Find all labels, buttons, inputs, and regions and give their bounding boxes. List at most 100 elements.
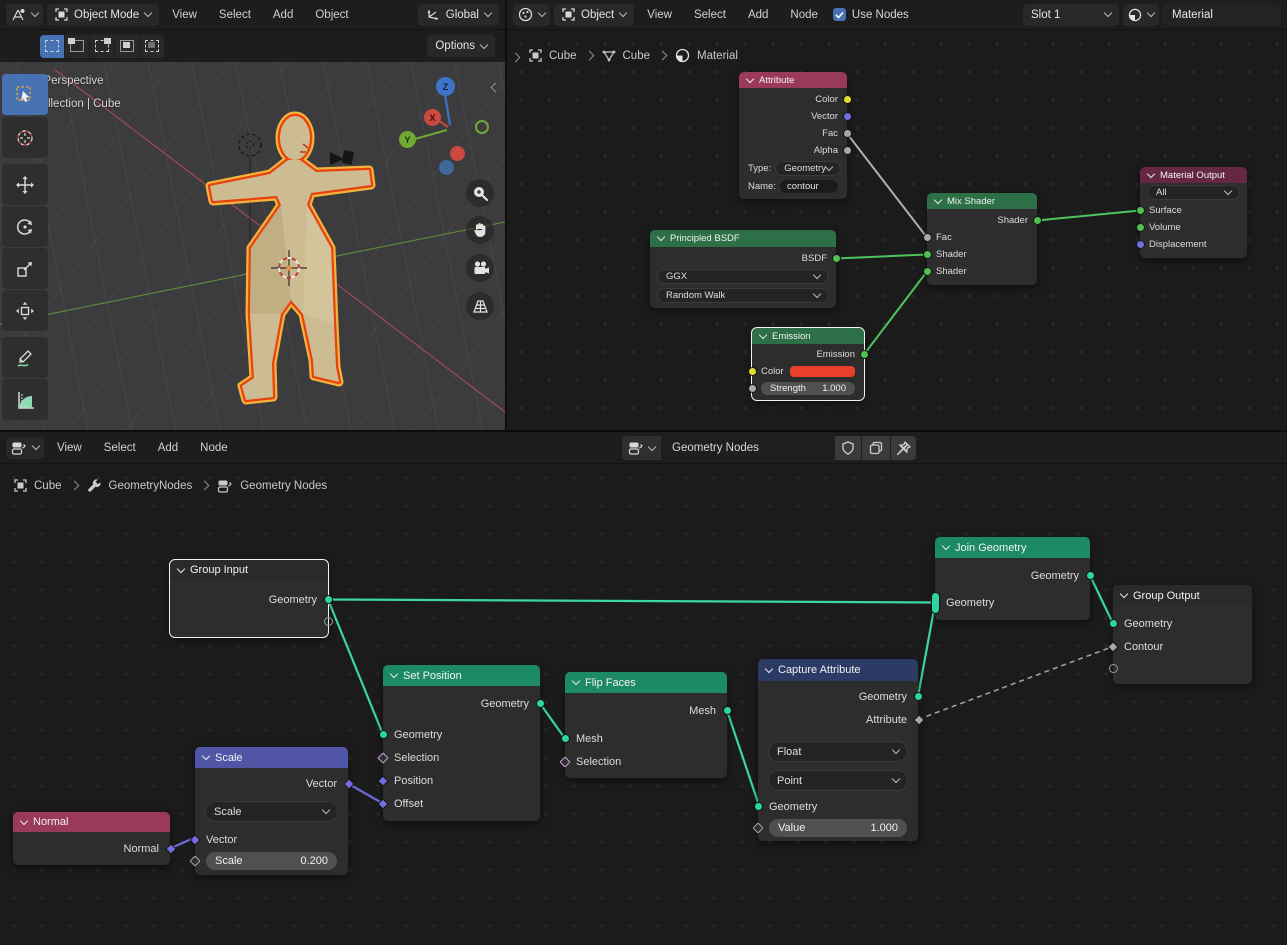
attribute-name-field[interactable]: contour	[780, 180, 838, 193]
virtual-socket[interactable]	[1109, 664, 1118, 673]
shader-editor[interactable]: Object View Select Add Node Use Nodes Sl…	[507, 0, 1287, 430]
node-header[interactable]: Join Geometry	[935, 537, 1090, 558]
socket-geometry-in[interactable]	[1109, 619, 1118, 628]
node-flip-faces[interactable]: Flip Faces Mesh Mesh Selection	[565, 672, 727, 778]
menu-add[interactable]: Add	[739, 9, 777, 21]
menu-object[interactable]: Object	[306, 9, 357, 21]
geometry-node-canvas[interactable]: Cube GeometryNodes Geometry Nodes	[0, 464, 1287, 945]
node-tree-name-field[interactable]: Geometry Nodes	[662, 436, 834, 460]
node-header[interactable]: Capture Attribute	[758, 659, 918, 681]
use-nodes-checkbox[interactable]: Use Nodes	[833, 8, 909, 21]
node-header[interactable]: Group Input	[170, 560, 328, 580]
node-material-output[interactable]: Material Output All Surface Volume Displ…	[1140, 167, 1247, 258]
node-attribute[interactable]: Attribute Color Vector Fac Alpha Type:Ge…	[739, 72, 847, 199]
zoom-view-button[interactable]	[466, 179, 494, 207]
socket-emission-out[interactable]	[860, 350, 869, 359]
socket-mesh-in[interactable]	[561, 734, 570, 743]
menu-add[interactable]: Add	[149, 442, 187, 454]
distribution-dropdown[interactable]: GGX	[657, 269, 829, 284]
menu-select[interactable]: Select	[685, 9, 735, 21]
pin-button[interactable]	[895, 440, 912, 457]
output-target-dropdown[interactable]: All	[1147, 185, 1240, 200]
socket-volume-in[interactable]	[1136, 223, 1145, 232]
socket-shader2-in[interactable]	[923, 267, 932, 276]
node-header[interactable]: Set Position	[383, 665, 540, 686]
socket-geometry-out[interactable]	[1086, 571, 1095, 580]
menu-add[interactable]: Add	[264, 9, 302, 21]
new-node-tree-button[interactable]	[862, 436, 890, 460]
shader-context-dropdown[interactable]: Object	[554, 4, 634, 26]
subsurface-method-dropdown[interactable]: Random Walk	[657, 288, 829, 303]
select-mode-subtract[interactable]	[90, 35, 114, 58]
select-mode-set[interactable]	[40, 35, 64, 58]
node-header[interactable]: Attribute	[739, 72, 847, 88]
socket-mesh-out[interactable]	[723, 706, 732, 715]
node-set-position[interactable]: Set Position Geometry Geometry Selection…	[383, 665, 540, 821]
socket-shader-out[interactable]	[1033, 216, 1042, 225]
menu-view[interactable]: View	[638, 9, 681, 21]
socket-geometry-out[interactable]	[324, 595, 333, 604]
socket-fac-out[interactable]	[843, 129, 852, 138]
options-dropdown[interactable]: Options	[427, 35, 495, 57]
socket-alpha-out[interactable]	[843, 146, 852, 155]
socket-surface-in[interactable]	[1136, 206, 1145, 215]
gizmo-x-negative[interactable]	[450, 146, 465, 161]
node-principled-bsdf[interactable]: Principled BSDF BSDF GGX Random Walk	[650, 230, 836, 308]
socket-fac-in[interactable]	[923, 233, 932, 242]
gizmo-y-axis[interactable]: Y	[399, 131, 416, 148]
gizmo-y-negative[interactable]	[475, 120, 489, 134]
tool-transform[interactable]	[2, 290, 48, 331]
socket-geometry-out[interactable]	[914, 692, 923, 701]
socket-shader1-in[interactable]	[923, 250, 932, 259]
node-header[interactable]: Emission	[752, 328, 864, 344]
node-capture-attribute[interactable]: Capture Attribute Geometry Attribute Flo…	[758, 659, 918, 841]
socket-geometry-in[interactable]	[379, 730, 388, 739]
tool-rotate[interactable]	[2, 206, 48, 247]
menu-view[interactable]: View	[163, 9, 206, 21]
socket-displacement-in[interactable]	[1136, 240, 1145, 249]
node-header[interactable]: Group Output	[1113, 585, 1252, 606]
material-slot-dropdown[interactable]: Slot 1	[1023, 4, 1119, 26]
node-emission[interactable]: Emission Emission Color Strength1.000	[752, 328, 864, 400]
camera-view-button[interactable]	[466, 254, 494, 282]
fake-user-button[interactable]	[835, 436, 861, 460]
value-field[interactable]: Value1.000	[769, 819, 907, 837]
editor-type-selector[interactable]	[513, 4, 550, 26]
viewport-canvas[interactable]: User Perspective (1) Collection | Cube	[0, 62, 505, 430]
node-mix-shader[interactable]: Mix Shader Shader Fac Shader Shader	[927, 193, 1037, 285]
socket-geometry-in[interactable]	[754, 802, 763, 811]
toggle-grid-button[interactable]	[466, 292, 494, 320]
node-vector-math-scale[interactable]: Scale Vector Scale Vector Scale0.200	[195, 747, 348, 875]
tool-cursor[interactable]	[2, 117, 48, 158]
color-swatch[interactable]	[790, 366, 855, 377]
node-header[interactable]: Principled BSDF	[650, 230, 836, 247]
navigation-gizmo[interactable]: Z X Y	[395, 72, 505, 177]
tool-select-box[interactable]	[2, 74, 48, 115]
scale-field[interactable]: Scale0.200	[206, 852, 337, 870]
select-mode-extend[interactable]	[65, 35, 89, 58]
socket-vector-out[interactable]	[843, 112, 852, 121]
node-header[interactable]: Mix Shader	[927, 193, 1037, 209]
domain-dropdown[interactable]: Point	[768, 770, 908, 791]
menu-select[interactable]: Select	[95, 442, 145, 454]
socket-color-out[interactable]	[843, 95, 852, 104]
menu-select[interactable]: Select	[210, 9, 260, 21]
menu-node[interactable]: Node	[781, 9, 827, 21]
socket-bsdf-out[interactable]	[832, 254, 841, 263]
node-group-input[interactable]: Group Input Geometry	[170, 560, 328, 637]
shader-node-canvas[interactable]: Cube Cube Material Attribute Color Vec	[507, 30, 1287, 430]
data-type-dropdown[interactable]: Float	[768, 741, 908, 762]
socket-geometry-multi-in[interactable]	[931, 592, 940, 614]
node-tree-browse-dropdown[interactable]	[622, 436, 661, 460]
node-header[interactable]: Material Output	[1140, 167, 1247, 183]
node-normal[interactable]: Normal Normal	[13, 812, 170, 865]
menu-node[interactable]: Node	[191, 442, 237, 454]
socket-color-in[interactable]	[748, 367, 757, 376]
tool-annotate[interactable]	[2, 337, 48, 378]
mode-dropdown[interactable]: Object Mode	[47, 4, 159, 26]
node-header[interactable]: Normal	[13, 812, 170, 832]
node-group-output[interactable]: Group Output Geometry Contour	[1113, 585, 1252, 684]
pan-view-button[interactable]	[466, 216, 494, 244]
viewport-3d-editor[interactable]: Object Mode View Select Add Object Globa…	[0, 0, 507, 430]
tool-measure[interactable]	[2, 379, 48, 420]
